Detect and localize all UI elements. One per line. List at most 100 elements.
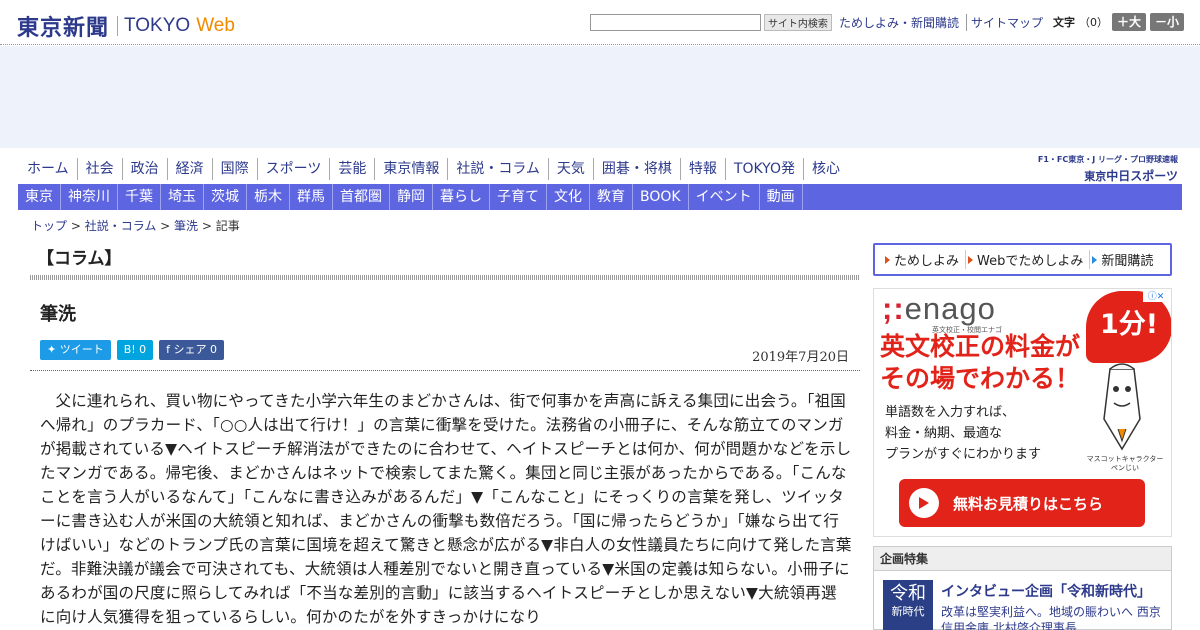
thumb-line2: 新時代 (891, 605, 925, 618)
breadcrumb-sep: > (198, 219, 216, 233)
site-search-button[interactable]: サイト内検索 (763, 13, 832, 31)
enago-ad[interactable]: ;:enago 英文校正・校閲エナゴ 1分! ⓘ✕ 英文校正の料金が その場でわ… (873, 288, 1172, 537)
chunichi-logo: 東京中日スポーツ (1038, 167, 1178, 184)
facebook-share-label: シェア 0 (173, 343, 218, 356)
section-divider (30, 275, 860, 280)
subnav-video[interactable]: 動画 (760, 184, 803, 210)
article-divider (30, 370, 860, 371)
subnav-shizuoka[interactable]: 静岡 (390, 184, 433, 210)
subscribe-label: 新聞購読 (1101, 254, 1154, 269)
arrow-right-icon (968, 255, 974, 264)
web-trial-read-link[interactable]: Webでためしよみ (965, 250, 1089, 269)
ad-headline-line2: その場でわかる！ (880, 364, 1081, 393)
breadcrumb-section[interactable]: 社説・コラム (85, 219, 157, 233)
facebook-icon: f (166, 343, 174, 356)
twitter-bird-icon: ✦ (47, 343, 60, 356)
chunichi-prefix: 東京 (1084, 170, 1107, 183)
facebook-share-button[interactable]: f シェア 0 (159, 340, 225, 360)
ad-text-line: 単語数を入力すれば、 (885, 405, 1016, 420)
subnav-culture[interactable]: 文化 (547, 184, 590, 210)
share-buttons: ✦ ツイート B! 0 f シェア 0 (40, 340, 230, 360)
logo-web: Web (196, 15, 235, 36)
breadcrumb: トップ > 社説・コラム > 筆洗 > 記事 (31, 217, 240, 234)
trial-subscribe-link[interactable]: ためしよみ・新聞購読 (835, 14, 963, 31)
logo-divider (117, 16, 119, 36)
chunichi-tagline: F1・FC東京・J リーグ・プロ野球速報 (1037, 155, 1178, 164)
feature-box: 企画特集 令和 新時代 インタビュー企画「令和新時代」 改革は堅実利益へ。地域の… (873, 546, 1172, 630)
enago-logo: ;:enago (882, 291, 996, 326)
web-trial-read-label: Webでためしよみ (977, 254, 1084, 269)
adchoices-icon[interactable]: ⓘ✕ (1143, 289, 1169, 302)
play-icon (909, 488, 939, 518)
font-smaller-button[interactable]: －小 (1149, 13, 1184, 31)
nav-tokyo-info[interactable]: 東京情報 (374, 158, 447, 180)
mascot-caption: マスコットキャラクター ペンじい (1080, 455, 1170, 473)
subnav-events[interactable]: イベント (689, 184, 760, 210)
breadcrumb-top[interactable]: トップ (31, 219, 67, 233)
ad-text-line: 料金・納期、最適な (885, 426, 1003, 441)
nav-weather[interactable]: 天気 (547, 158, 593, 180)
trial-read-label: ためしよみ (894, 254, 960, 269)
subnav-tochigi[interactable]: 栃木 (247, 184, 290, 210)
ad-headline: 英文校正の料金が その場でわかる！ (880, 331, 1080, 395)
pen-mascot-icon (1103, 363, 1141, 451)
subnav-book[interactable]: BOOK (633, 184, 689, 210)
nav-tokuho[interactable]: 特報 (679, 158, 725, 180)
subnav-kanagawa[interactable]: 神奈川 (61, 184, 118, 210)
font-size-label: 文字 (1052, 16, 1075, 29)
hatena-bookmark-button[interactable]: B! 0 (116, 340, 154, 360)
feature-thumbnail[interactable]: 令和 新時代 (883, 580, 933, 630)
ad-headline-line1: 英文校正の料金が (880, 332, 1081, 361)
subnav-chiba[interactable]: 千葉 (118, 184, 161, 210)
subnav-ibaraki[interactable]: 茨城 (204, 184, 247, 210)
chunichi-name: 中日スポーツ (1106, 169, 1178, 183)
subnav-living[interactable]: 暮らし (433, 184, 490, 210)
logo-tokyo-shimbun: 東京新聞 (17, 15, 110, 41)
feature-text[interactable]: 改革は堅実利益へ。地域の賑わいへ 西京信用金庫 北村啓介理事長 (941, 604, 1169, 630)
chunichi-sports-banner[interactable]: F1・FC東京・J リーグ・プロ野球速報 東京中日スポーツ (1038, 154, 1178, 184)
font-bigger-button[interactable]: ＋大 (1111, 13, 1146, 31)
regional-nav: 東京 神奈川 千葉 埼玉 茨城 栃木 群馬 首都圏 静岡 暮らし 子育て 文化 … (18, 184, 1182, 210)
subnav-gunma[interactable]: 群馬 (290, 184, 333, 210)
trial-read-link[interactable]: ためしよみ (883, 250, 965, 269)
site-search-input[interactable] (589, 13, 761, 31)
subnav-parenting[interactable]: 子育て (490, 184, 547, 210)
top-ad-area (0, 46, 1200, 148)
tweet-button[interactable]: ✦ ツイート (40, 340, 111, 360)
nav-society[interactable]: 社会 (76, 158, 122, 180)
ad-cta-button[interactable]: 無料お見積りはこちら (899, 479, 1145, 527)
header-tools: サイト内検索 ためしよみ・新聞購読 サイトマップ 文字 （0） ＋大 －小 (589, 13, 1184, 31)
nav-tokyo-hatsu[interactable]: TOKYO発 (724, 158, 803, 180)
main-nav: ホーム 社会 政治 経済 国際 スポーツ 芸能 東京情報 社説・コラム 天気 囲… (18, 158, 848, 180)
site-logo[interactable]: 東京新聞 TOKYO Web (17, 10, 235, 42)
subscribe-link[interactable]: 新聞購読 (1089, 250, 1159, 269)
breadcrumb-column[interactable]: 筆洗 (174, 219, 198, 233)
ad-text-line: プランがすぐにわかります (885, 447, 1042, 462)
ad-cta-label: 無料お見積りはこちら (953, 494, 1104, 513)
sitemap-link[interactable]: サイトマップ (965, 13, 1047, 31)
enago-logo-text: enago (904, 291, 996, 326)
subnav-saitama[interactable]: 埼玉 (161, 184, 204, 210)
nav-sports[interactable]: スポーツ (256, 158, 330, 180)
nav-entertainment[interactable]: 芸能 (329, 158, 374, 180)
nav-kakushin[interactable]: 核心 (802, 158, 848, 180)
subnav-education[interactable]: 教育 (590, 184, 633, 210)
feature-title[interactable]: インタビュー企画「令和新時代」 (941, 581, 1151, 601)
nav-home[interactable]: ホーム (18, 158, 77, 180)
font-size-control: 文字 （0） (1053, 14, 1108, 30)
arrow-right-icon (885, 255, 890, 264)
subnav-tokyo[interactable]: 東京 (18, 184, 61, 210)
nav-editorial-column[interactable]: 社説・コラム (447, 158, 548, 180)
nav-economy[interactable]: 経済 (166, 158, 212, 180)
font-size-count: （0） (1078, 16, 1108, 29)
subnav-shutoken[interactable]: 首都圏 (333, 184, 390, 210)
mascot-caption-line: ペンじい (1111, 464, 1139, 472)
nav-world[interactable]: 国際 (211, 158, 257, 180)
article-body: 父に連れられ、買い物にやってきた小学六年生のまどかさんは、街で何事かを声高に訴え… (40, 392, 852, 626)
breadcrumb-sep: > (67, 219, 85, 233)
nav-go-shogi[interactable]: 囲碁・将棋 (592, 158, 680, 180)
section-title: 【コラム】 (37, 249, 122, 269)
nav-politics[interactable]: 政治 (121, 158, 167, 180)
logo-tokyo: TOKYO (124, 15, 191, 36)
arrow-right-icon (1092, 255, 1098, 264)
